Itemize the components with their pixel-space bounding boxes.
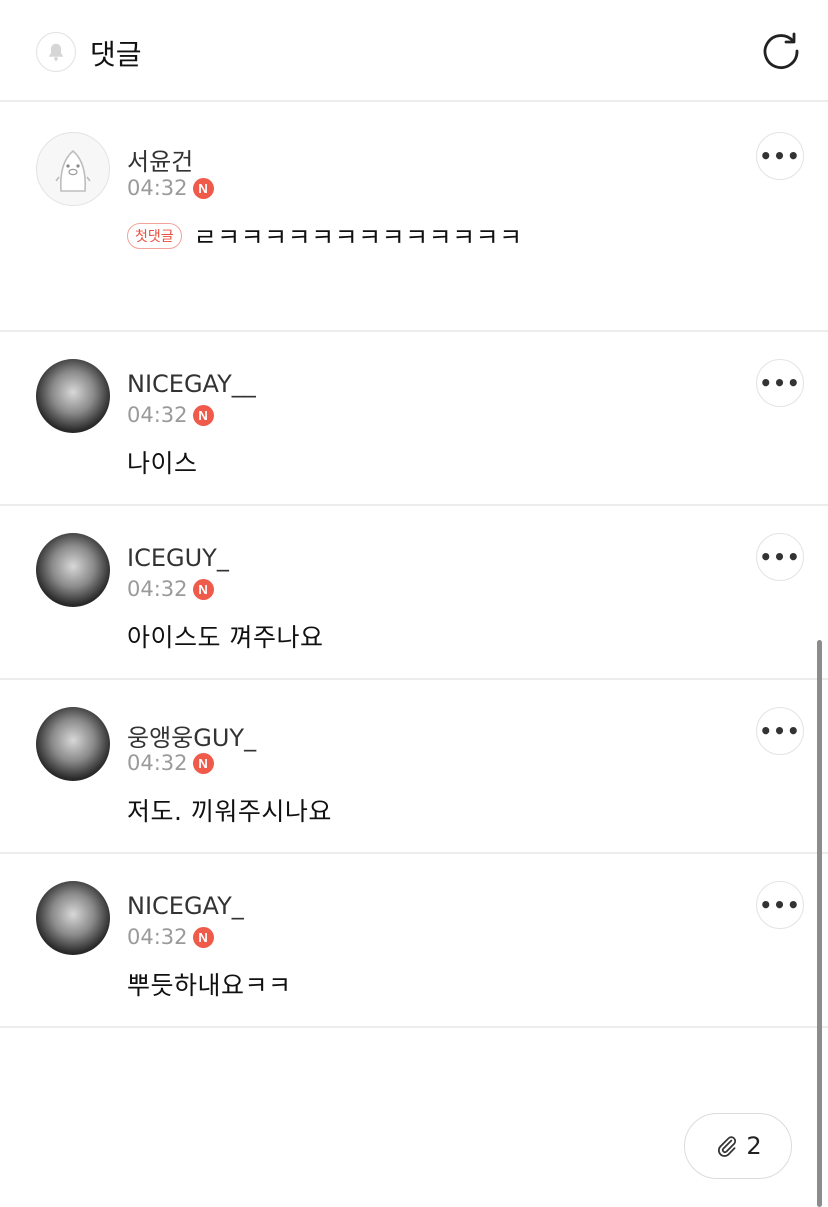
comment-meta: 04:32 N <box>127 403 214 427</box>
comment-text: ㄹㅋㅋㅋㅋㅋㅋㅋㅋㅋㅋㅋㅋㅋ <box>193 223 523 252</box>
more-options-button[interactable]: ••• <box>756 533 804 581</box>
attachment-button[interactable]: 2 <box>684 1113 792 1179</box>
more-options-button[interactable]: ••• <box>756 359 804 407</box>
avatar[interactable] <box>36 707 110 781</box>
comment-item: 서윤건 04:32 N 첫댓글 ㄹㅋㅋㅋㅋㅋㅋㅋㅋㅋㅋㅋㅋㅋ ••• <box>0 102 828 332</box>
comment-nickname[interactable]: 웅앵웅GUY_ <box>127 718 256 753</box>
refresh-icon <box>763 32 799 69</box>
page-title: 댓글 <box>90 38 142 71</box>
refresh-button[interactable] <box>758 28 804 74</box>
more-options-button[interactable]: ••• <box>756 881 804 929</box>
comment-nickname[interactable]: 서윤건 <box>127 142 193 177</box>
avatar[interactable] <box>36 359 110 433</box>
paperclip-icon <box>718 1136 737 1157</box>
comment-time: 04:32 <box>127 751 188 775</box>
comment-item: NICEGAY_ 04:32 N 뿌듯하내요ㅋㅋ ••• <box>0 854 828 1028</box>
avatar[interactable] <box>36 533 110 607</box>
notification-bell-button[interactable] <box>36 32 76 72</box>
comment-meta: 04:32 N <box>127 925 214 949</box>
comment-meta: 04:32 N <box>127 176 214 200</box>
new-badge: N <box>192 926 214 948</box>
comment-meta: 04:32 N <box>127 751 214 775</box>
default-profile-icon <box>55 149 91 192</box>
comment-meta: 04:32 N <box>127 577 214 601</box>
comments-header: 댓글 <box>0 0 828 102</box>
bell-icon <box>49 43 63 61</box>
comment-text: 아이스도 껴주나요 <box>127 623 324 652</box>
comment-body: 첫댓글 ㄹㅋㅋㅋㅋㅋㅋㅋㅋㅋㅋㅋㅋㅋ <box>127 218 523 254</box>
comment-body: 나이스 <box>127 444 198 480</box>
more-options-button[interactable]: ••• <box>756 707 804 755</box>
scrollbar[interactable] <box>817 640 822 1207</box>
comment-time: 04:32 <box>127 577 188 601</box>
comment-text: 저도. 끼워주시나요 <box>127 797 332 826</box>
default-avatar[interactable] <box>36 132 110 206</box>
comment-body: 저도. 끼워주시나요 <box>127 792 332 828</box>
new-badge: N <box>192 752 214 774</box>
first-comment-badge: 첫댓글 <box>127 223 182 249</box>
avatar[interactable] <box>36 881 110 955</box>
more-options-button[interactable]: ••• <box>756 132 804 180</box>
comment-time: 04:32 <box>127 925 188 949</box>
comment-text: 뿌듯하내요ㅋㅋ <box>127 971 292 1000</box>
comment-nickname[interactable]: NICEGAY__ <box>127 370 256 398</box>
comment-body: 뿌듯하내요ㅋㅋ <box>127 966 292 1002</box>
new-badge: N <box>192 578 214 600</box>
new-badge: N <box>192 177 214 199</box>
attachment-count: 2 <box>746 1132 762 1160</box>
comment-item: 웅앵웅GUY_ 04:32 N 저도. 끼워주시나요 ••• <box>0 680 828 854</box>
comment-nickname[interactable]: NICEGAY_ <box>127 892 244 920</box>
new-badge: N <box>192 404 214 426</box>
comment-nickname[interactable]: ICEGUY_ <box>127 544 229 572</box>
comment-time: 04:32 <box>127 403 188 427</box>
comment-text: 나이스 <box>127 449 198 478</box>
comment-item: NICEGAY__ 04:32 N 나이스 ••• <box>0 332 828 506</box>
comment-time: 04:32 <box>127 176 188 200</box>
comment-item: ICEGUY_ 04:32 N 아이스도 껴주나요 ••• <box>0 506 828 680</box>
comment-body: 아이스도 껴주나요 <box>127 618 323 654</box>
